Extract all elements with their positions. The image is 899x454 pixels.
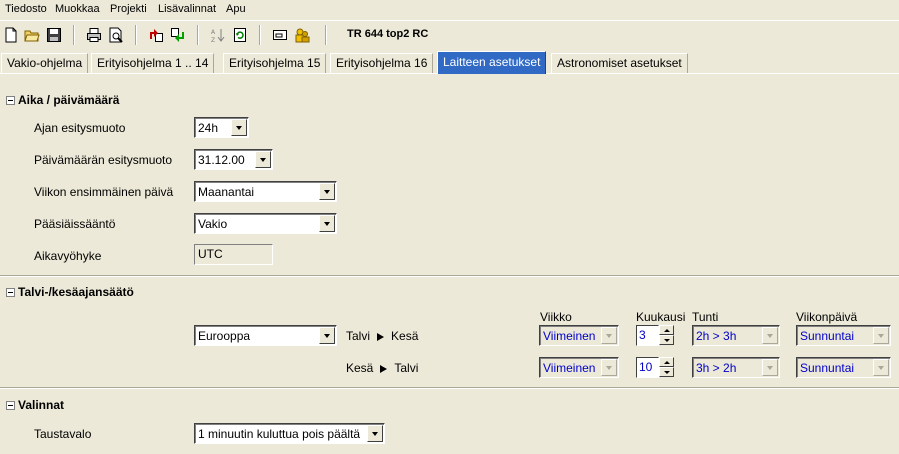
window-icon[interactable] [269,24,291,46]
tab-special-program-16[interactable]: Erityisohjelma 16 [330,53,434,73]
tab-special-program-15[interactable]: Erityisohjelma 15 [223,53,327,73]
date-format-value: 31.12.00 [198,152,245,167]
chevron-down-icon[interactable] [231,119,247,136]
chevron-down-icon[interactable] [659,367,674,377]
toolbar: AZ TR 644 top2 RC [0,20,899,49]
timezone-label: Aikavyöhyke [34,249,102,263]
menu-file[interactable]: Tiedosto [3,2,49,17]
chevron-down-icon[interactable] [762,359,778,376]
section-divider [0,387,899,389]
column-weekday: Viikonpäivä [796,310,858,324]
easter-rule-label: Pääsiäissääntö [34,217,116,231]
menu-edit[interactable]: Muokkaa [53,2,102,17]
section-dst[interactable]: Talvi-/kesäajansäätö [6,284,134,300]
section-title: Aika / päivämäärä [18,93,120,107]
chevron-down-icon[interactable] [255,151,271,168]
toolbar-separator [135,25,137,45]
summer-to-winter-hour-select[interactable]: 3h > 2h [692,357,780,378]
first-weekday-select[interactable]: Maanantai [194,181,337,202]
backlight-label: Taustavalo [34,427,92,441]
time-format-value: 24h [198,120,219,135]
column-hour: Tunti [692,310,719,324]
tab-standard-program[interactable]: Vakio-ohjelma [1,53,89,73]
time-format-select[interactable]: 24h [194,117,249,138]
first-weekday-label: Viikon ensimmäinen päivä [34,185,174,199]
menu-project[interactable]: Projekti [108,2,149,17]
column-month: Kuukausi [636,310,686,324]
winter-to-summer-weekday-select[interactable]: Sunnuntai [796,325,891,346]
date-format-select[interactable]: 31.12.00 [194,149,273,170]
winter-to-summer-month-stepper[interactable]: 3 [636,325,674,346]
toolbar-separator [197,25,199,45]
time-format-label: Ajan esitysmuoto [34,121,126,135]
device-settings-panel: Aika / päivämäärä Ajan esitysmuoto 24h P… [0,77,899,454]
chevron-down-icon[interactable] [601,359,617,376]
tab-special-program-1-14[interactable]: Erityisohjelma 1 .. 14 [91,53,215,73]
upload-icon[interactable] [145,24,167,46]
refresh-icon[interactable] [229,24,251,46]
summer-to-winter-label: Kesä Talvi [346,361,419,375]
toolbar-separator [73,25,75,45]
chevron-down-icon[interactable] [762,327,778,344]
chevron-down-icon[interactable] [659,335,674,345]
toolbar-separator [325,25,327,45]
svg-text:A: A [211,29,216,36]
winter-to-summer-hour-select[interactable]: 2h > 3h [692,325,780,346]
svg-text:Z: Z [211,37,215,43]
open-folder-icon[interactable] [21,24,43,46]
column-week: Viikko [540,310,572,324]
tab-bar: Vakio-ohjelma Erityisohjelma 1 .. 14 Eri… [0,51,899,74]
tab-astronomical-settings[interactable]: Astronomiset asetukset [551,53,688,73]
collapse-icon[interactable] [6,95,15,105]
toolbar-separator [259,25,261,45]
menu-help[interactable]: Apu [224,2,248,17]
chevron-down-icon[interactable] [367,425,383,442]
section-title: Talvi-/kesäajansäätö [18,285,134,299]
save-icon[interactable] [43,24,65,46]
collapse-icon[interactable] [6,287,15,297]
first-weekday-value: Maanantai [198,184,255,199]
easter-rule-select[interactable]: Vakio [194,213,337,234]
print-icon[interactable] [83,24,105,46]
download-icon[interactable] [167,24,189,46]
section-time-date[interactable]: Aika / päivämäärä [6,92,119,108]
easter-rule-value: Vakio [198,216,228,231]
new-file-icon[interactable] [0,24,22,46]
section-options[interactable]: Valinnat [6,397,64,413]
dst-region-select[interactable]: Eurooppa [194,325,337,346]
chevron-down-icon[interactable] [319,327,335,344]
device-title: TR 644 top2 RC [347,28,429,40]
chevron-down-icon[interactable] [319,183,335,200]
collapse-icon[interactable] [6,400,15,410]
summer-to-winter-weekday-select[interactable]: Sunnuntai [796,357,891,378]
menu-options[interactable]: Lisävalinnat [156,2,218,17]
arrow-right-icon [380,365,388,373]
summer-to-winter-week-select[interactable]: Viimeinen [539,357,619,378]
arrow-right-icon [377,333,385,341]
date-format-label: Päivämäärän esitysmuoto [34,153,173,167]
section-divider [0,275,899,277]
chevron-down-icon[interactable] [873,327,889,344]
timezone-field: UTC [194,244,273,265]
winter-to-summer-week-select[interactable]: Viimeinen [539,325,619,346]
tab-device-settings[interactable]: Laitteen asetukset [437,51,547,74]
chevron-down-icon[interactable] [601,327,617,344]
dst-region-value: Eurooppa [198,328,251,343]
print-preview-icon[interactable] [105,24,127,46]
chevron-down-icon[interactable] [319,215,335,232]
section-title: Valinnat [18,398,65,412]
winter-to-summer-label: Talvi Kesä [346,329,419,343]
menu-bar: Tiedosto Muokkaa Projekti Lisävalinnat A… [0,0,899,19]
chevron-down-icon[interactable] [873,359,889,376]
chevron-up-icon[interactable] [659,357,674,367]
backlight-select[interactable]: 1 minuutin kuluttua pois päältä [194,423,385,444]
sort-icon[interactable]: AZ [207,24,229,46]
summer-to-winter-month-stepper[interactable]: 10 [636,357,674,378]
chevron-up-icon[interactable] [659,325,674,335]
users-icon[interactable] [291,24,313,46]
backlight-value: 1 minuutin kuluttua pois päältä [198,426,361,441]
